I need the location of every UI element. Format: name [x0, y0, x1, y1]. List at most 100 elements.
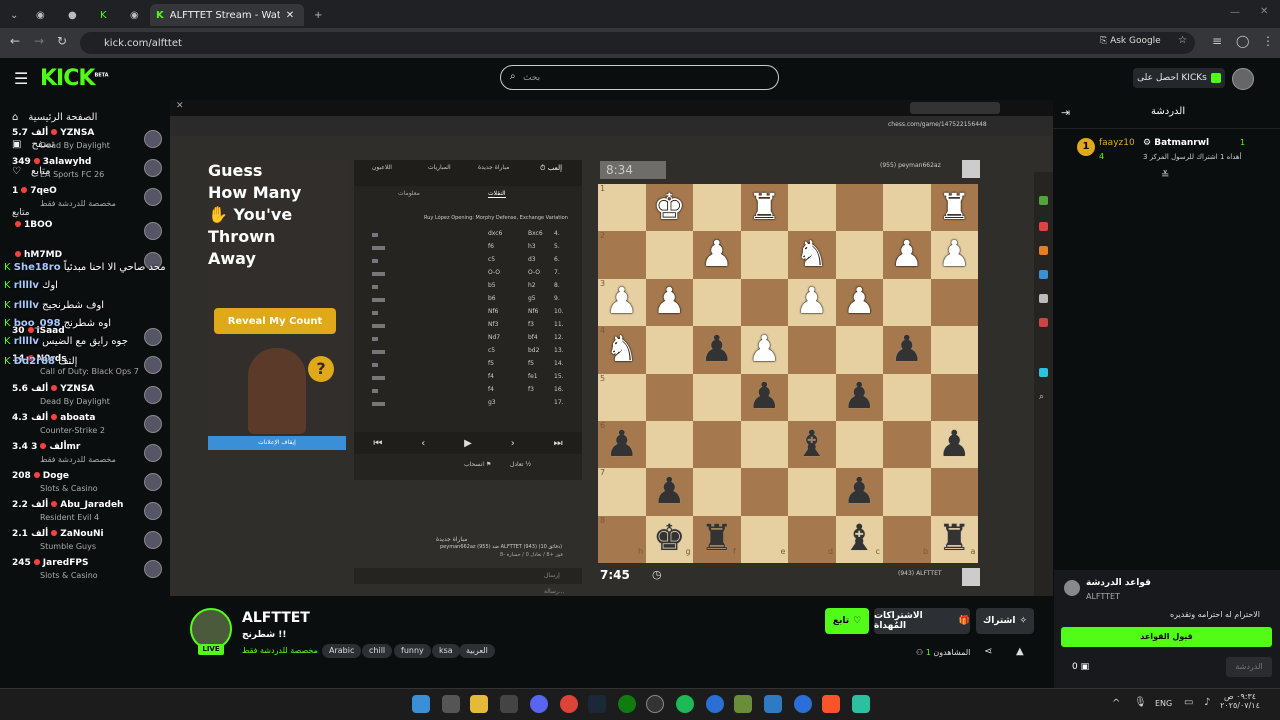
white-pawn-icon[interactable]: ♟	[796, 284, 828, 320]
app-icon[interactable]	[500, 695, 518, 713]
app2-icon[interactable]	[734, 695, 752, 713]
move-row[interactable]: 5. h3 f6	[358, 243, 578, 255]
board-square[interactable]: ♟	[883, 326, 931, 374]
close-tab-icon[interactable]: ✕	[286, 10, 294, 21]
collapse-chat-icon[interactable]: ⇥	[1061, 106, 1070, 119]
board-square[interactable]	[930, 373, 978, 421]
steam-icon[interactable]	[588, 695, 606, 713]
tag-arabic[interactable]: Arabic	[322, 644, 362, 658]
rail-search-icon[interactable]: ⌕	[1039, 392, 1044, 402]
tab-new-game[interactable]: مباراة جديدة	[478, 164, 509, 171]
channel-name[interactable]: ALFTTET	[242, 610, 310, 626]
file-explorer-icon[interactable]	[470, 695, 488, 713]
bookmark-star-icon[interactable]: ☆	[1178, 35, 1187, 46]
board-square[interactable]: ♞ 4	[598, 326, 646, 374]
xbox-icon[interactable]	[618, 695, 636, 713]
app4-icon[interactable]	[794, 695, 812, 713]
share-icon[interactable]: ⋖	[984, 646, 992, 657]
black-bishop-icon[interactable]: ♝	[843, 521, 875, 557]
move-row[interactable]: 11. f3 Nf3	[358, 321, 578, 333]
subscribe-button[interactable]: اشتراك ✧	[976, 608, 1034, 634]
nav-home[interactable]: ⌂ الصفحة الرئيسية	[12, 112, 97, 123]
board-square[interactable]: ♜	[930, 184, 978, 232]
spotify-icon[interactable]	[676, 695, 694, 713]
gifter-name[interactable]: ⚙ Batmanrwl	[1143, 138, 1209, 148]
white-pawn-icon[interactable]: ♟	[843, 284, 875, 320]
board-square[interactable]: ♟	[693, 231, 741, 279]
board-square[interactable]	[645, 420, 693, 469]
prev-move-icon[interactable]: ‹	[421, 438, 425, 449]
tab-4[interactable]: ◉	[124, 4, 148, 26]
board-square[interactable]: ♟	[883, 231, 931, 279]
black-rook-icon[interactable]: ♜	[938, 521, 970, 557]
tab-active[interactable]: K ALFTTET Stream - Watch Li ✕	[150, 4, 304, 26]
board-square[interactable]: ♟	[645, 468, 693, 516]
move-row[interactable]: 17. g3	[358, 399, 578, 411]
network-icon[interactable]: ▭	[1184, 697, 1193, 708]
board-square[interactable]: ♟	[930, 231, 978, 279]
next-move-icon[interactable]: ›	[511, 438, 515, 449]
board-square[interactable]: ♟	[693, 326, 741, 374]
black-pawn-icon[interactable]: ♟	[843, 379, 875, 415]
subtab-info[interactable]: معلومات	[398, 190, 420, 197]
board-square[interactable]	[645, 373, 693, 421]
black-pawn-icon[interactable]: ♟	[748, 379, 780, 415]
board-square[interactable]: ♟	[740, 373, 788, 421]
white-knight-icon[interactable]: ♞	[606, 331, 638, 368]
tab-search-button[interactable]: ⌄	[4, 4, 24, 26]
board-square[interactable]	[693, 420, 741, 469]
board-square[interactable]	[788, 468, 836, 516]
black-rook-icon[interactable]: ♜	[701, 521, 733, 557]
brave-icon[interactable]	[822, 695, 840, 713]
white-pawn-icon[interactable]: ♟	[701, 237, 733, 273]
ask-google-button[interactable]: ⎘ Ask Google	[1100, 36, 1161, 46]
tab-players[interactable]: اللاعبون	[372, 164, 392, 171]
board-square[interactable]: ♟	[645, 278, 693, 327]
board-square[interactable]	[740, 420, 788, 469]
back-icon[interactable]: ←	[10, 34, 20, 48]
board-square[interactable]: ♟	[835, 278, 883, 327]
chrome-icon[interactable]	[560, 695, 578, 713]
rail-news-icon[interactable]	[1039, 294, 1048, 303]
play-icon[interactable]: ▶	[464, 438, 472, 449]
address-bar[interactable]: kick.com/alfttet ⎘ Ask Google ☆	[80, 32, 1195, 54]
stream-category[interactable]: مخصصة للدردشة فقط	[242, 646, 318, 655]
rail-lesson-icon[interactable]	[1039, 246, 1048, 255]
rail-puzzle-icon[interactable]	[1039, 222, 1048, 231]
top-gifter-name[interactable]: faayz10	[1099, 138, 1135, 148]
board-square[interactable]: d	[788, 515, 836, 563]
board-square[interactable]: 8h	[598, 515, 646, 563]
gift-subs-button[interactable]: الاشتراكات المُهداة 🎁	[874, 608, 970, 634]
volume-icon[interactable]: ♪	[1204, 697, 1210, 708]
report-icon[interactable]: ▲	[1016, 646, 1024, 657]
board-square[interactable]	[693, 468, 741, 516]
board-square[interactable]: ♚ g	[645, 515, 693, 563]
new-tab-button[interactable]: +	[308, 4, 328, 26]
following-item[interactable]: 245 JaredFPS Slots & Casino	[12, 558, 162, 584]
media-icon[interactable]: ≡	[1212, 34, 1222, 48]
tab-2[interactable]: ●	[62, 4, 92, 26]
move-row[interactable]: 7. O-O O-O	[358, 269, 578, 281]
move-row[interactable]: 16. f3 f4	[358, 386, 578, 398]
pinned-expand-icon[interactable]: ≚	[1161, 170, 1169, 181]
stop-ads-button[interactable]: إيقاف الإعلانات	[208, 436, 346, 450]
discord-icon[interactable]	[530, 695, 548, 713]
white-pawn-icon[interactable]: ♟	[748, 331, 780, 368]
chess-board[interactable]: 1 ♚ ♜ ♜ 2 ♟ ♞ ♟ ♟ ♟ 3 ♟ ♟ ♟ ♞ 4 ♟ ♟ ♟ 5 ♟ ♟ ♟ 6 ♝ ♟ 7 ♟ ♟ 8 h ♚ g ♜ f e d ♝ c b…	[598, 184, 978, 563]
following-item[interactable]: 5.6 ألف YZNSA Dead By Daylight	[12, 384, 162, 410]
rail-pawn-icon[interactable]	[1039, 196, 1048, 205]
board-square[interactable]	[645, 231, 693, 279]
menu-icon[interactable]: ⋮	[1262, 34, 1274, 48]
board-square[interactable]	[835, 420, 883, 469]
board-square[interactable]: e	[740, 515, 788, 563]
audio-app-icon[interactable]	[852, 695, 870, 713]
stream-player[interactable]: ✕ chess.com/game/147522156448 Guess How …	[170, 100, 1053, 632]
board-square[interactable]: ♝	[788, 420, 836, 469]
tab-3[interactable]: K	[94, 4, 124, 26]
subtab-moves[interactable]: النقلات	[488, 190, 506, 198]
obs-icon[interactable]	[646, 695, 664, 713]
move-row[interactable]: 12. bf4 Nd7	[358, 334, 578, 346]
first-move-icon[interactable]: ⏮	[373, 438, 382, 449]
tab-games[interactable]: المباريات	[428, 164, 451, 171]
profile-icon[interactable]: ◯	[1236, 34, 1249, 48]
